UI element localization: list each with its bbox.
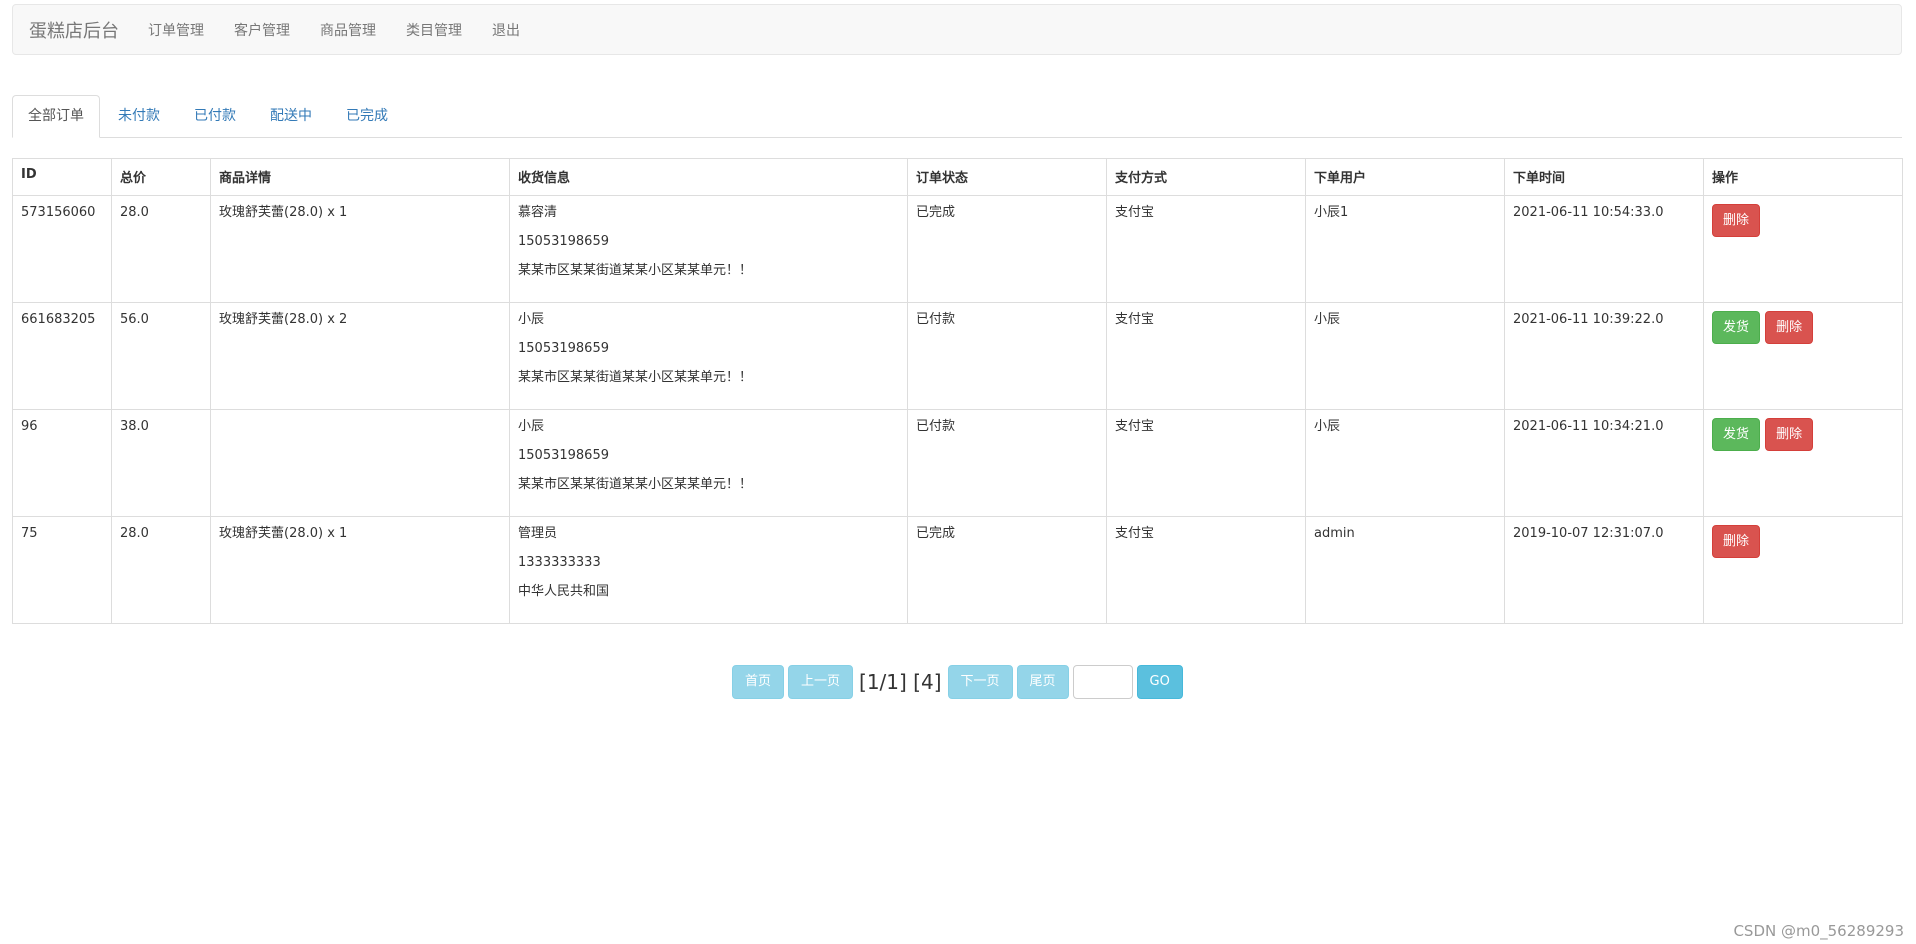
page-info: [1/1] [4] [859, 670, 942, 694]
nav-products[interactable]: 商品管理 [305, 20, 391, 40]
order-status-tabs: 全部订单 未付款 已付款 配送中 已完成 [12, 95, 1902, 138]
cell-status: 已付款 [907, 302, 1107, 410]
tab-paid[interactable]: 已付款 [178, 95, 252, 137]
receiver-name: 慕容清 [518, 205, 558, 220]
tab-all-orders[interactable]: 全部订单 [12, 95, 100, 138]
table-row: 96 38.0 小辰 15053198659 某某市区某某街道某某小区某某单元！… [12, 409, 1903, 517]
cell-user: 小辰 [1305, 409, 1505, 517]
ship-button[interactable]: 发货 [1712, 311, 1761, 344]
cell-user: admin [1305, 516, 1505, 624]
cell-shipping: 小辰 15053198659 某某市区某某街道某某小区某某单元！！ [509, 302, 908, 410]
cell-time: 2021-06-11 10:34:21.0 [1504, 409, 1704, 517]
nav-categories[interactable]: 类目管理 [391, 20, 477, 40]
header-time: 下单时间 [1504, 158, 1704, 196]
cell-status: 已完成 [907, 516, 1107, 624]
cell-actions: 删除 [1703, 195, 1903, 303]
cell-total: 56.0 [111, 302, 211, 410]
table-header-row: ID 总价 商品详情 收货信息 订单状态 支付方式 下单用户 下单时间 操作 [12, 158, 1903, 196]
delete-button[interactable]: 删除 [1765, 311, 1814, 344]
cell-id: 573156060 [12, 195, 112, 303]
cell-status: 已完成 [907, 195, 1107, 303]
cell-user: 小辰 [1305, 302, 1505, 410]
header-items: 商品详情 [210, 158, 510, 196]
receiver-phone: 15053198659 [518, 341, 609, 357]
cell-actions: 发货 删除 [1703, 302, 1903, 410]
header-status: 订单状态 [907, 158, 1107, 196]
cell-items: 玫瑰舒芙蕾(28.0) x 1 [210, 195, 510, 303]
nav-logout[interactable]: 退出 [477, 20, 535, 40]
receiver-address: 某某市区某某街道某某小区某某单元！！ [518, 263, 753, 279]
cell-total: 28.0 [111, 516, 211, 624]
tab-delivering[interactable]: 配送中 [254, 95, 328, 137]
receiver-address: 某某市区某某街道某某小区某某单元！！ [518, 370, 753, 386]
receiver-phone: 15053198659 [518, 234, 609, 250]
delete-button[interactable]: 删除 [1712, 525, 1761, 558]
cell-items: 玫瑰舒芙蕾(28.0) x 2 [210, 302, 510, 410]
cell-status: 已付款 [907, 409, 1107, 517]
receiver-name: 小辰 [518, 419, 545, 434]
cell-time: 2021-06-11 10:54:33.0 [1504, 195, 1704, 303]
header-payment: 支付方式 [1106, 158, 1306, 196]
cell-user: 小辰1 [1305, 195, 1505, 303]
nav-customers[interactable]: 客户管理 [219, 20, 305, 40]
orders-table: ID 总价 商品详情 收货信息 订单状态 支付方式 下单用户 下单时间 操作 5… [12, 158, 1903, 624]
receiver-name: 管理员 [518, 526, 558, 541]
header-user: 下单用户 [1305, 158, 1505, 196]
table-row: 75 28.0 玫瑰舒芙蕾(28.0) x 1 管理员 1333333333 中… [12, 516, 1903, 624]
first-page-button[interactable]: 首页 [732, 665, 785, 699]
receiver-name: 小辰 [518, 312, 545, 327]
nav-orders[interactable]: 订单管理 [133, 20, 219, 40]
tab-unpaid[interactable]: 未付款 [102, 95, 176, 137]
watermark: CSDN @m0_56289293 [1733, 922, 1904, 940]
cell-payment: 支付宝 [1106, 516, 1306, 624]
delete-button[interactable]: 删除 [1765, 418, 1814, 451]
header-total: 总价 [111, 158, 211, 196]
cell-items [210, 409, 510, 517]
cell-id: 75 [12, 516, 112, 624]
cell-actions: 发货 删除 [1703, 409, 1903, 517]
cell-payment: 支付宝 [1106, 409, 1306, 517]
cell-id: 96 [12, 409, 112, 517]
ship-button[interactable]: 发货 [1712, 418, 1761, 451]
receiver-address: 中华人民共和国 [518, 584, 610, 600]
receiver-phone: 1333333333 [518, 555, 601, 571]
cell-payment: 支付宝 [1106, 302, 1306, 410]
table-row: 573156060 28.0 玫瑰舒芙蕾(28.0) x 1 慕容清 15053… [12, 195, 1903, 303]
receiver-phone: 15053198659 [518, 448, 609, 464]
header-id: ID [12, 158, 112, 196]
cell-shipping: 管理员 1333333333 中华人民共和国 [509, 516, 908, 624]
next-page-button[interactable]: 下一页 [947, 665, 1013, 699]
header-actions: 操作 [1703, 158, 1903, 196]
cell-actions: 删除 [1703, 516, 1903, 624]
last-page-button[interactable]: 尾页 [1016, 665, 1069, 699]
header-shipping: 收货信息 [509, 158, 908, 196]
cell-time: 2021-06-11 10:39:22.0 [1504, 302, 1704, 410]
cell-items: 玫瑰舒芙蕾(28.0) x 1 [210, 516, 510, 624]
top-navbar: 蛋糕店后台 订单管理 客户管理 商品管理 类目管理 退出 [12, 4, 1902, 55]
go-button[interactable]: GO [1136, 665, 1183, 699]
pagination: 首页 上一页 [1/1] [4] 下一页 尾页 GO [732, 664, 1183, 700]
cell-payment: 支付宝 [1106, 195, 1306, 303]
table-row: 661683205 56.0 玫瑰舒芙蕾(28.0) x 2 小辰 150531… [12, 302, 1903, 410]
brand-title[interactable]: 蛋糕店后台 [29, 17, 119, 43]
tab-completed[interactable]: 已完成 [330, 95, 404, 137]
delete-button[interactable]: 删除 [1712, 204, 1761, 237]
cell-total: 28.0 [111, 195, 211, 303]
page-number-input[interactable] [1072, 665, 1133, 699]
receiver-address: 某某市区某某街道某某小区某某单元！！ [518, 477, 753, 493]
cell-time: 2019-10-07 12:31:07.0 [1504, 516, 1704, 624]
cell-shipping: 小辰 15053198659 某某市区某某街道某某小区某某单元！！ [509, 409, 908, 517]
cell-total: 38.0 [111, 409, 211, 517]
cell-shipping: 慕容清 15053198659 某某市区某某街道某某小区某某单元！！ [509, 195, 908, 303]
cell-id: 661683205 [12, 302, 112, 410]
prev-page-button[interactable]: 上一页 [788, 665, 854, 699]
